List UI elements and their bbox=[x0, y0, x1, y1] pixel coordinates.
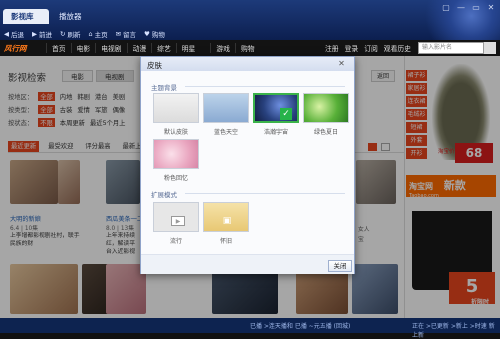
message-icon: ✉ bbox=[115, 29, 122, 38]
back-button[interactable]: ◀ 后退 bbox=[4, 29, 24, 39]
tab-player[interactable]: 播放器 bbox=[51, 9, 93, 24]
mode-label: 流行 bbox=[169, 238, 182, 245]
refresh-button[interactable]: ↻ 刷新 bbox=[60, 29, 80, 39]
divider bbox=[185, 86, 345, 87]
skin-green-summer-option[interactable] bbox=[303, 93, 349, 123]
forward-arrow-icon: ▶ bbox=[32, 29, 37, 38]
site-logo[interactable]: 风行网 bbox=[0, 43, 46, 54]
skin-label: 默认皮肤 bbox=[163, 129, 188, 136]
home-button[interactable]: ⌂ 主页 bbox=[88, 29, 107, 39]
login-link[interactable]: 登录 bbox=[345, 43, 359, 53]
refresh-icon: ↻ bbox=[60, 29, 66, 38]
close-window-button[interactable]: ✕ bbox=[484, 2, 498, 13]
navigation-toolbar: ◀ 后退 ▶ 前进 ↻ 刷新 ⌂ 主页 ✉ 留言 ♥ 购物 bbox=[0, 27, 500, 40]
menu-variety[interactable]: 综艺 bbox=[151, 43, 176, 53]
skin-label: 浩瀚宇宙 bbox=[263, 129, 288, 136]
divider bbox=[185, 193, 345, 194]
account-links: 注册 登录 订阅 观看历史 bbox=[325, 40, 411, 56]
skin-dialog: 皮肤 ✕ 主题背景 默认皮肤 蓝色天空 浩瀚宇宙 绿色夏日 粉色回忆 扩展模式 … bbox=[140, 56, 355, 274]
mode-label: 怀旧 bbox=[219, 238, 232, 245]
close-icon[interactable]: ✕ bbox=[336, 59, 347, 69]
register-link[interactable]: 注册 bbox=[325, 43, 339, 53]
menu-stars[interactable]: 明星 bbox=[175, 43, 201, 53]
maximize-button[interactable]: ▭ bbox=[469, 2, 483, 13]
dialog-title: 皮肤 bbox=[141, 57, 354, 71]
dialog-footer bbox=[141, 254, 354, 274]
skin-label: 绿色夏日 bbox=[313, 129, 338, 136]
forward-button[interactable]: ▶ 前进 bbox=[32, 29, 52, 39]
status-right-text[interactable]: 正在 >已更新 >新上 >时速 新上新 bbox=[412, 321, 500, 339]
skin-label: 粉色回忆 bbox=[163, 175, 188, 182]
menu-games[interactable]: 游戏 bbox=[210, 43, 235, 53]
message-button[interactable]: ✉ 留言 bbox=[116, 29, 136, 39]
skin-button[interactable]: ▢ bbox=[439, 2, 453, 13]
menu-anime[interactable]: 动漫 bbox=[126, 43, 152, 53]
site-menu-bar: 风行网 首页 电影 电视剧 动漫 综艺 明星 游戏 购物 注册 登录 订阅 观看… bbox=[0, 40, 500, 56]
menu-tv[interactable]: 电视剧 bbox=[95, 43, 126, 53]
skin-label: 蓝色天空 bbox=[213, 129, 238, 136]
menu-shopping[interactable]: 购物 bbox=[234, 43, 260, 53]
status-center-text[interactable]: 已播 >连天播和 已播 ~元五播 (回城) bbox=[250, 321, 350, 330]
skin-universe-option[interactable] bbox=[253, 93, 299, 123]
search-input[interactable]: 输入影片名 bbox=[418, 42, 484, 54]
play-icon: ▶ bbox=[171, 216, 185, 226]
section-theme-label: 主题背景 bbox=[151, 84, 177, 92]
dual-window-icon: ▣ bbox=[222, 216, 232, 226]
subscribe-link[interactable]: 订阅 bbox=[364, 43, 378, 53]
back-arrow-icon: ◀ bbox=[4, 29, 9, 38]
checkmark-icon: ✓ bbox=[280, 108, 292, 120]
shopping-button[interactable]: ♥ 购物 bbox=[144, 29, 165, 39]
tab-video-library[interactable]: 影视库 bbox=[3, 9, 49, 24]
skin-pink-memory-option[interactable] bbox=[153, 139, 199, 169]
cart-icon: ♥ bbox=[144, 29, 150, 38]
section-mode-label: 扩展模式 bbox=[151, 191, 177, 199]
search-icon[interactable]: ⌕ bbox=[484, 42, 496, 54]
status-bar: 已播 >连天播和 已播 ~元五播 (回城) 正在 >已更新 >新上 >时速 新上… bbox=[0, 318, 500, 339]
minimize-button[interactable]: — bbox=[454, 2, 468, 13]
home-icon: ⌂ bbox=[88, 29, 93, 38]
menu-home[interactable]: 首页 bbox=[46, 43, 71, 53]
skin-default-option[interactable] bbox=[153, 93, 199, 123]
menu-movies[interactable]: 电影 bbox=[70, 43, 96, 53]
history-link[interactable]: 观看历史 bbox=[384, 43, 411, 53]
close-button[interactable]: 关闭 bbox=[328, 260, 352, 272]
skin-blue-sky-option[interactable] bbox=[203, 93, 249, 123]
